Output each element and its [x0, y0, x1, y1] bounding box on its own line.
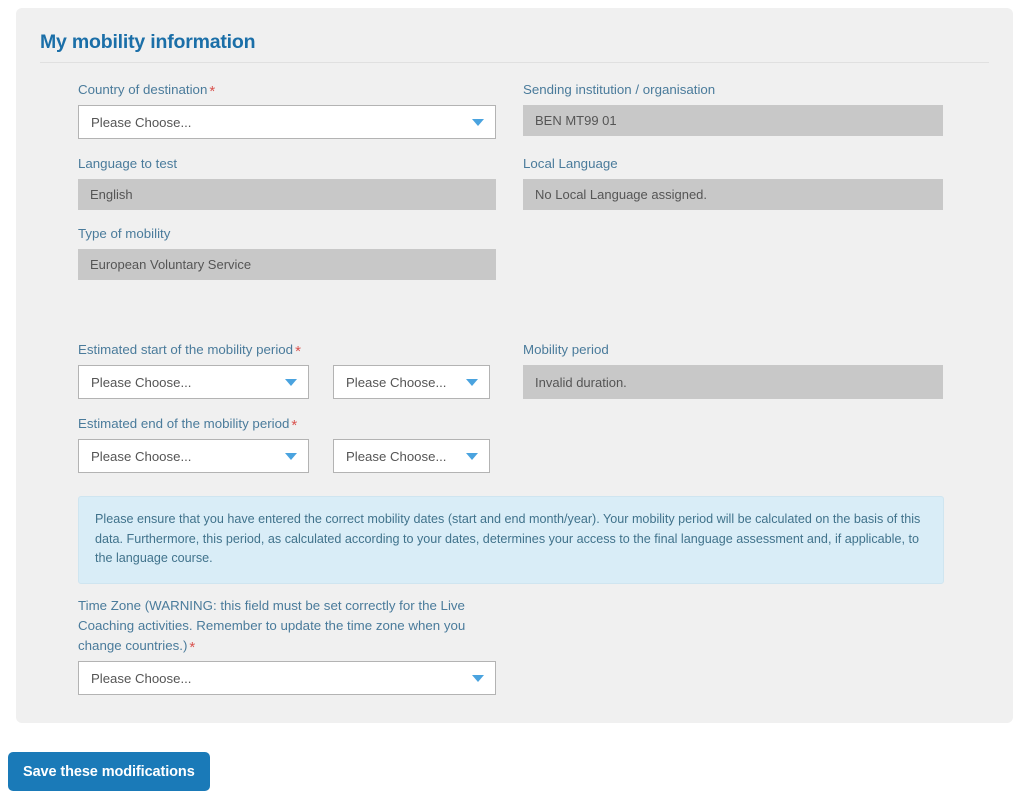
label-language-to-test: Language to test: [78, 156, 178, 171]
readonly-text: European Voluntary Service: [90, 257, 252, 272]
readonly-text: English: [90, 187, 133, 202]
label-estimated-end: Estimated end of the mobility period *: [78, 414, 498, 434]
label-type-of-mobility: Type of mobility: [78, 226, 171, 241]
form-row-1: Country of destination * Please Choose...…: [78, 80, 988, 154]
readonly-text: Invalid duration.: [535, 374, 627, 390]
chevron-down-icon: [472, 675, 484, 682]
mobility-information-panel: My mobility information Country of desti…: [16, 8, 1013, 723]
form-row-2: Language to test English Local Language …: [78, 154, 988, 224]
label-text: Estimated end of the mobility period: [78, 416, 290, 431]
readonly-text: BEN MT99 01: [535, 113, 617, 128]
field-estimated-end: Estimated end of the mobility period * Pl…: [78, 414, 498, 473]
label-local-language: Local Language: [523, 156, 618, 171]
chevron-down-icon: [466, 453, 478, 460]
label-sending-institution: Sending institution / organisation: [523, 82, 716, 97]
required-marker: *: [189, 639, 196, 656]
field-time-zone: Time Zone (WARNING: this field must be s…: [78, 596, 498, 695]
select-value: Please Choose...: [346, 374, 447, 390]
save-button[interactable]: Save these modifications: [8, 752, 210, 791]
select-value: Please Choose...: [91, 670, 192, 686]
page-title: My mobility information: [40, 31, 256, 53]
mobility-form: Country of destination * Please Choose...…: [78, 80, 988, 488]
title-divider: [40, 62, 989, 63]
label-text: Estimated start of the mobility period: [78, 342, 294, 357]
field-language-to-test: Language to test English: [78, 154, 498, 210]
field-mobility-period: Mobility period Invalid duration.: [523, 340, 943, 399]
select-value: Please Choose...: [91, 114, 192, 130]
label-country-of-destination: Country of destination *: [78, 80, 498, 100]
estimated-start-month-select[interactable]: Please Choose...: [78, 365, 309, 399]
required-marker: *: [291, 417, 298, 434]
field-estimated-start: Estimated start of the mobility period * …: [78, 340, 498, 399]
time-zone-select[interactable]: Please Choose...: [78, 661, 496, 695]
sending-institution-value: BEN MT99 01: [523, 105, 943, 136]
field-local-language: Local Language No Local Language assigne…: [523, 154, 943, 210]
alert-text: Please ensure that you have entered the …: [95, 512, 921, 565]
label-time-zone: Time Zone (WARNING: this field must be s…: [78, 596, 498, 656]
select-value: Please Choose...: [91, 374, 192, 390]
chevron-down-icon: [472, 119, 484, 126]
label-text: Country of destination: [78, 82, 208, 97]
estimated-start-year-select[interactable]: Please Choose...: [333, 365, 490, 399]
label-text: Time Zone (WARNING: this field must be s…: [78, 598, 466, 653]
type-of-mobility-value: European Voluntary Service: [78, 249, 496, 280]
chevron-down-icon: [285, 453, 297, 460]
chevron-down-icon: [466, 379, 478, 386]
estimated-end-year-select[interactable]: Please Choose...: [333, 439, 490, 473]
select-value: Please Choose...: [346, 448, 447, 464]
estimated-start-controls: Please Choose... Please Choose...: [78, 365, 498, 399]
select-value: Please Choose...: [91, 448, 192, 464]
language-to-test-value: English: [78, 179, 496, 210]
mobility-dates-info-alert: Please ensure that you have entered the …: [78, 496, 944, 584]
page-root: My mobility information Country of desti…: [0, 0, 1024, 799]
required-marker: *: [209, 83, 216, 100]
readonly-text: No Local Language assigned.: [535, 187, 708, 202]
label-estimated-start: Estimated start of the mobility period *: [78, 340, 498, 360]
chevron-down-icon: [285, 379, 297, 386]
field-type-of-mobility: Type of mobility European Voluntary Serv…: [78, 224, 498, 280]
form-row-3: Type of mobility European Voluntary Serv…: [78, 224, 988, 340]
local-language-value: No Local Language assigned.: [523, 179, 943, 210]
country-of-destination-select[interactable]: Please Choose...: [78, 105, 496, 139]
estimated-end-month-select[interactable]: Please Choose...: [78, 439, 309, 473]
form-row-5: Estimated end of the mobility period * Pl…: [78, 414, 988, 488]
mobility-period-value: Invalid duration.: [523, 365, 943, 399]
field-sending-institution: Sending institution / organisation BEN M…: [523, 80, 943, 136]
label-mobility-period: Mobility period: [523, 342, 609, 357]
required-marker: *: [295, 343, 301, 360]
form-row-4: Estimated start of the mobility period * …: [78, 340, 988, 414]
estimated-end-controls: Please Choose... Please Choose...: [78, 439, 498, 473]
field-country-of-destination: Country of destination * Please Choose...: [78, 80, 498, 139]
